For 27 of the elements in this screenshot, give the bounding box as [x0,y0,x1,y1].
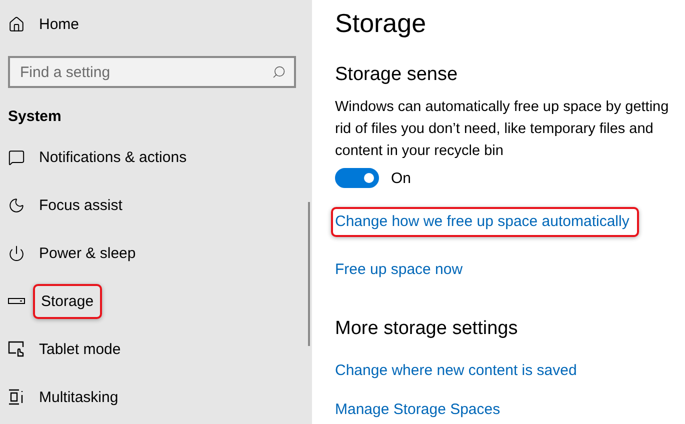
tablet-mode-icon [8,341,25,357]
link[interactable]: Free up space now [335,261,463,278]
description: Windows can automatically free up space by getting rid of files you don’t need, like temporary files and content in your recycle bin [335,98,670,161]
link[interactable]: Manage Storage Spaces [335,401,500,418]
section-heading: More storage settings [335,318,519,340]
page-title: Storage [335,8,428,40]
nav-item[interactable]: Multitasking [39,388,118,406]
nav-item[interactable]: Notifications & actions [39,148,187,166]
power-icon [8,244,25,262]
home-icon [8,16,25,32]
home-link[interactable]: Home [39,16,80,32]
multitasking-icon [8,389,24,405]
section-heading: Storage sense [335,64,459,86]
moon-icon [8,196,25,214]
nav-item[interactable]: Storage [33,284,102,318]
link[interactable]: Change how we free up space automatically [331,207,640,237]
nav-item[interactable]: Power & sleep [39,244,136,262]
section-heading: System [8,108,62,125]
toggle-switch[interactable] [335,168,379,188]
drive-icon [8,298,25,304]
nav-item[interactable]: Focus assist [39,196,122,214]
search-field[interactable]: Find a setting [8,56,296,88]
toggle-label: On [391,170,412,186]
nav-item[interactable]: Tablet mode [39,340,121,358]
notification-icon [8,148,25,166]
link[interactable]: Change where new content is saved [335,362,577,379]
search-icon [272,65,286,79]
